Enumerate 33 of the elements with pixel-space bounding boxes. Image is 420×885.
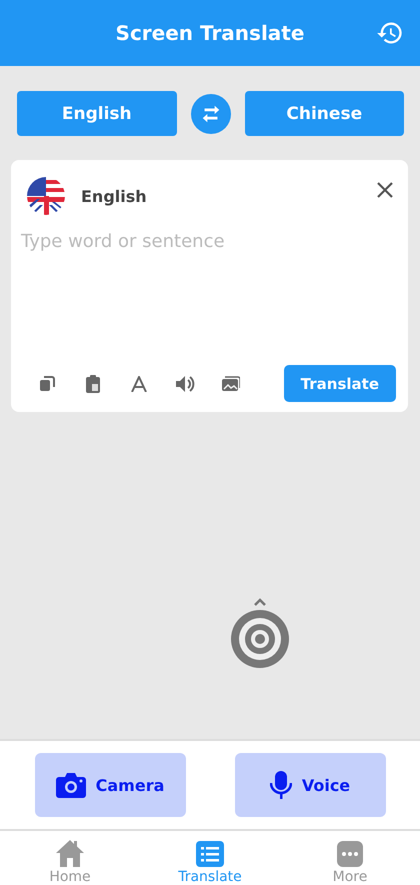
camera-icon bbox=[56, 772, 86, 798]
action-label: Camera bbox=[96, 776, 164, 794]
home-icon bbox=[55, 839, 85, 867]
close-icon bbox=[376, 181, 394, 199]
tab[interactable]: More bbox=[280, 831, 420, 885]
copy-button[interactable] bbox=[37, 376, 57, 392]
clipboard-icon bbox=[86, 374, 100, 392]
voice-button[interactable]: Voice bbox=[234, 753, 386, 817]
target-language-button[interactable]: Chinese bbox=[244, 91, 404, 136]
input-card[interactable]: English Type word or sentence Translate bbox=[11, 160, 408, 412]
font-button[interactable] bbox=[129, 376, 149, 392]
speak-button[interactable] bbox=[175, 374, 195, 392]
image-icon bbox=[222, 376, 240, 392]
app-title: Screen Translate bbox=[116, 21, 304, 45]
list-icon bbox=[196, 841, 224, 867]
language-label: English bbox=[81, 186, 148, 206]
camera-button[interactable]: Camera bbox=[34, 753, 186, 817]
source-language-button[interactable]: English bbox=[17, 91, 176, 136]
action-label: Voice bbox=[302, 776, 350, 794]
target-icon bbox=[229, 596, 291, 670]
copy-icon bbox=[39, 376, 55, 392]
tab[interactable]: Translate bbox=[140, 831, 280, 885]
microphone-icon bbox=[270, 771, 292, 799]
flag-icon bbox=[27, 177, 65, 215]
swap-button[interactable] bbox=[190, 94, 230, 134]
font-icon bbox=[131, 376, 147, 392]
translate-button[interactable]: Translate bbox=[284, 365, 396, 402]
speaker-icon bbox=[175, 374, 195, 392]
paste-button[interactable] bbox=[83, 374, 103, 392]
more-icon bbox=[337, 841, 363, 867]
image-button[interactable] bbox=[221, 376, 241, 392]
floating-target-button[interactable] bbox=[229, 596, 291, 670]
tab[interactable]: Home bbox=[0, 831, 140, 885]
